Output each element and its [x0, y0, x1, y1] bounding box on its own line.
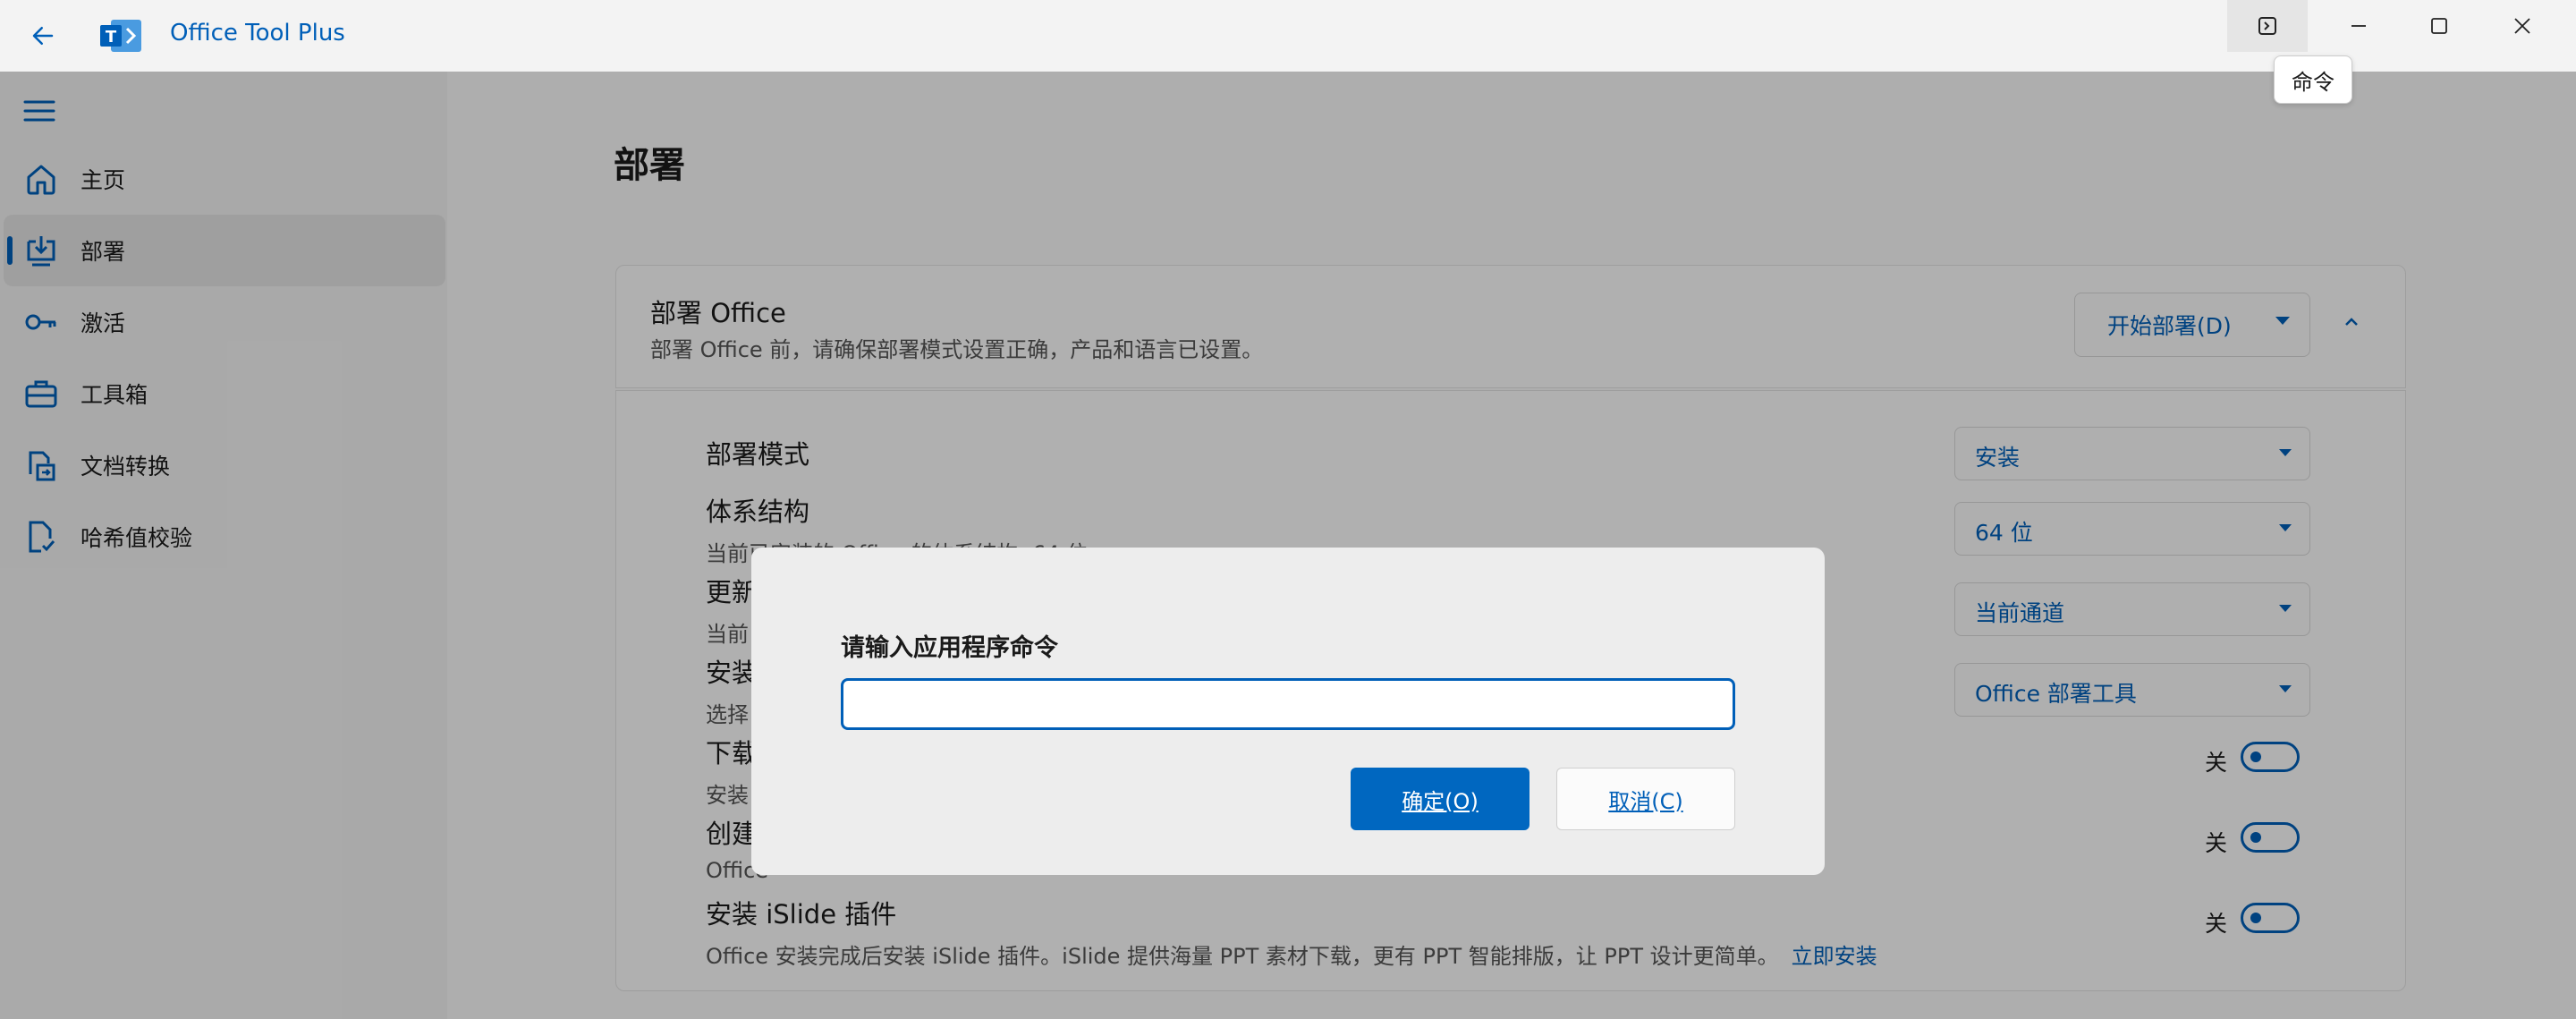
ok-button[interactable]: 确定(O) — [1351, 768, 1530, 830]
dialog-prompt: 请输入应用程序命令 — [841, 634, 1058, 662]
app-window: T Office Tool Plus 命令 主页 部署 激活 工具箱 文档转换 … — [0, 0, 2576, 1019]
maximize-button[interactable] — [2399, 0, 2479, 52]
svg-text:T: T — [106, 28, 117, 47]
minimize-button[interactable] — [2318, 0, 2399, 52]
back-arrow-icon[interactable] — [25, 18, 61, 54]
app-title: Office Tool Plus — [170, 20, 345, 47]
title-bar: T Office Tool Plus 命令 — [0, 0, 2576, 104]
command-input[interactable] — [841, 678, 1735, 730]
command-tooltip: 命令 — [2274, 55, 2352, 104]
command-prompt-icon — [2258, 17, 2276, 35]
close-icon — [2514, 18, 2530, 34]
cancel-button[interactable]: 取消(C) — [1556, 768, 1735, 830]
minimize-icon — [2351, 25, 2366, 27]
maximize-icon — [2431, 18, 2447, 34]
command-dialog: 请输入应用程序命令 确定(O) 取消(C) — [751, 548, 1825, 875]
modal-overlay — [0, 72, 2576, 1019]
app-logo-icon: T — [98, 16, 145, 55]
close-button[interactable] — [2482, 0, 2563, 52]
command-button[interactable] — [2227, 0, 2308, 52]
